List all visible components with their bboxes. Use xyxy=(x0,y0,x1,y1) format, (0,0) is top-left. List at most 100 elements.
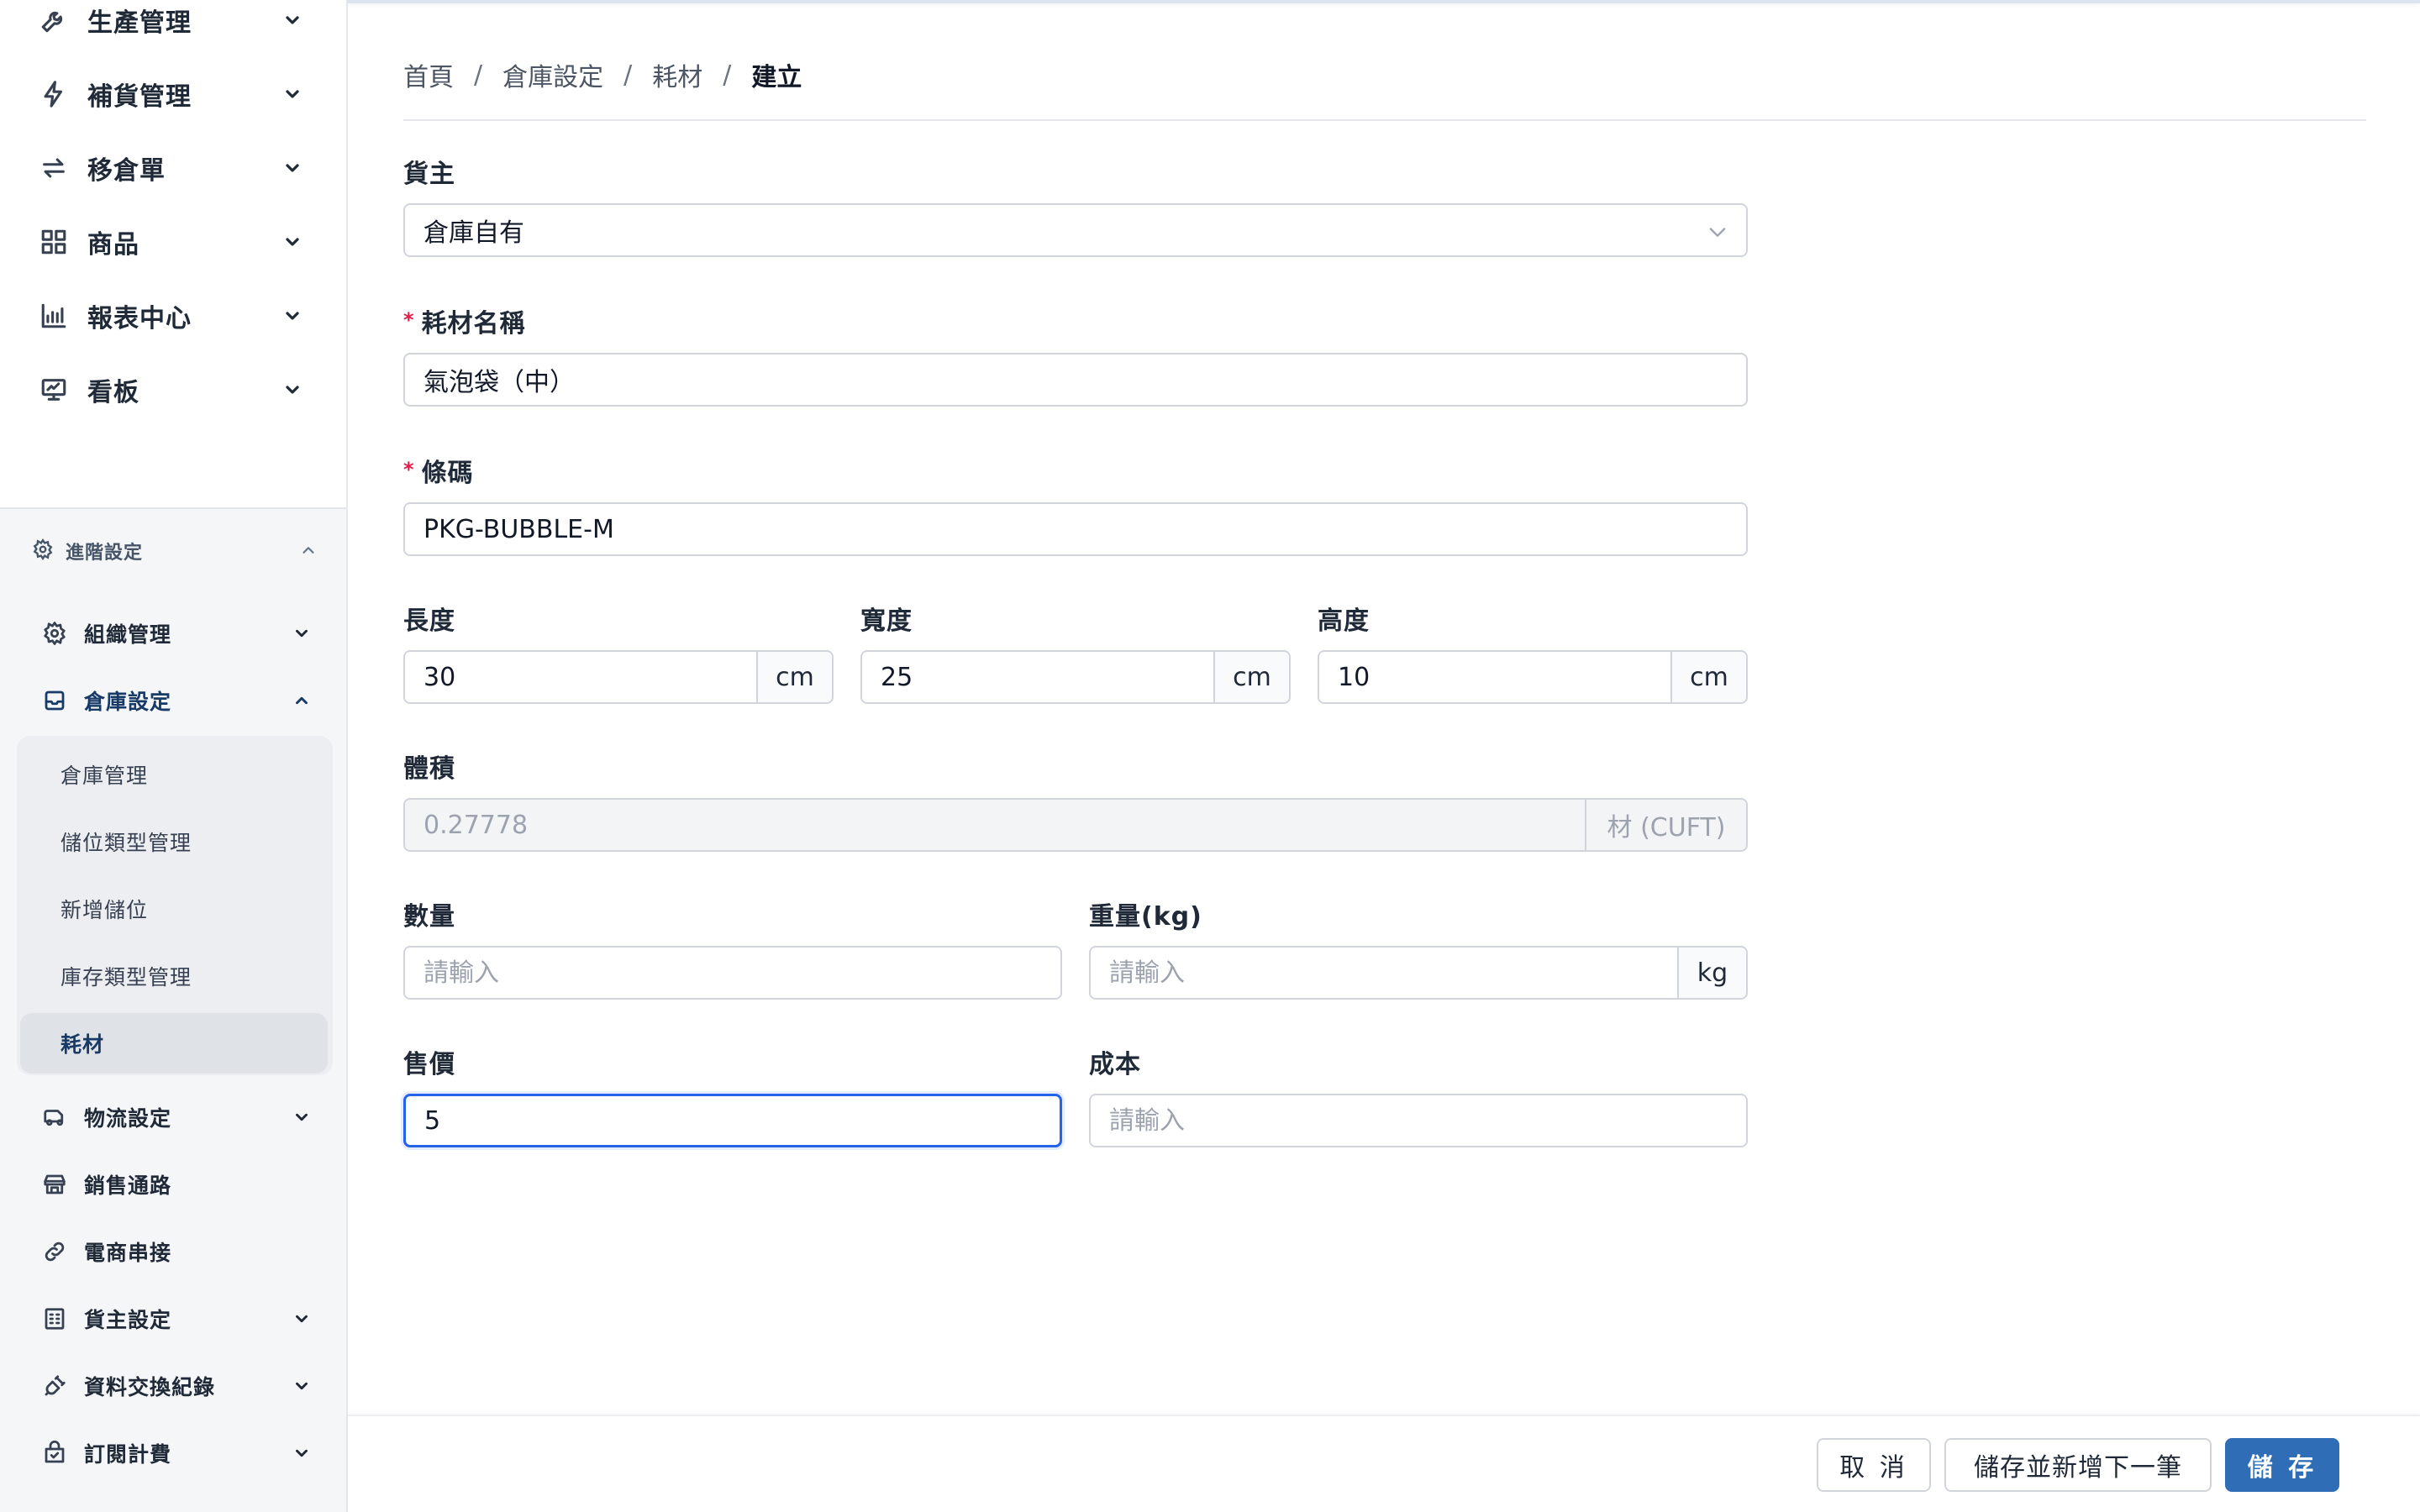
advanced-settings-title: 進階設定 xyxy=(66,543,144,564)
breadcrumb-current: 建立 xyxy=(751,63,802,92)
price-input[interactable] xyxy=(403,1094,1062,1147)
calculator-icon xyxy=(40,1305,69,1333)
breadcrumb-separator: / xyxy=(474,60,483,90)
sidebar-item-label: 倉庫設定 xyxy=(84,690,172,714)
sidebar-item-label: 銷售通路 xyxy=(84,1173,172,1198)
required-mark: * xyxy=(403,458,415,481)
volume-input xyxy=(403,798,1586,852)
sidebar-item-label: 補貨管理 xyxy=(87,82,192,112)
cancel-button[interactable]: 取 消 xyxy=(1817,1438,1931,1492)
app-window: 生產管理 補貨管理 移倉單 商品 報表中心 看板 進階設定 組織管理 倉庫設定 … xyxy=(0,0,2420,1512)
gear-icon xyxy=(40,619,69,648)
transfer-icon xyxy=(37,151,71,185)
breadcrumb: 首頁 / 倉庫設定 / 耗材 / 建立 xyxy=(403,55,802,94)
sidebar-item-owner-settings[interactable]: 貨主設定 xyxy=(40,1299,311,1339)
chevron-down-icon xyxy=(292,1310,311,1331)
sidebar-item-label: 報表中心 xyxy=(87,304,192,333)
cost-label: 成本 xyxy=(1089,1050,1141,1079)
height-input[interactable] xyxy=(1318,650,1672,704)
weight-unit: kg xyxy=(1679,946,1748,1000)
breadcrumb-separator: / xyxy=(623,60,633,90)
inbox-icon xyxy=(40,686,69,715)
sidebar-item-replenishment[interactable]: 補貨管理 xyxy=(37,69,302,119)
wrench-icon xyxy=(37,3,71,37)
breadcrumb-warehouse-settings[interactable]: 倉庫設定 xyxy=(502,56,603,93)
chevron-down-icon xyxy=(292,1444,311,1466)
sidebar-item-label: 生產管理 xyxy=(87,8,192,38)
grid-icon xyxy=(37,225,71,259)
breadcrumb-separator: / xyxy=(723,60,732,90)
sidebar-item-production[interactable]: 生產管理 xyxy=(37,0,302,45)
width-input[interactable] xyxy=(860,650,1215,704)
sidebar-item-label: 看板 xyxy=(87,378,139,407)
sidebar-item-warehouse-settings[interactable]: 倉庫設定 xyxy=(40,680,311,721)
sidebar-item-label: 移倉單 xyxy=(87,156,166,186)
sidebar-item-organization[interactable]: 組織管理 xyxy=(40,613,311,654)
sidebar-item-reports[interactable]: 報表中心 xyxy=(37,291,302,341)
chevron-down-icon xyxy=(282,10,302,30)
barcode-input[interactable] xyxy=(403,502,1748,556)
sidebar: 生產管理 補貨管理 移倉單 商品 報表中心 看板 進階設定 組織管理 倉庫設定 … xyxy=(0,0,348,1512)
billing-icon xyxy=(40,1439,69,1467)
chevron-down-icon xyxy=(292,624,311,646)
sidebar-item-sales-channels[interactable]: 銷售通路 xyxy=(40,1164,311,1205)
bar-chart-icon xyxy=(37,299,71,333)
sidebar-item-label: 商品 xyxy=(87,230,139,260)
sidebar-item-transfer[interactable]: 移倉單 xyxy=(37,143,302,193)
sidebar-item-products[interactable]: 商品 xyxy=(37,217,302,267)
submenu-item-consumables[interactable]: 耗材 xyxy=(60,1025,104,1062)
sidebar-item-data-exchange[interactable]: 資料交換紀錄 xyxy=(40,1366,311,1406)
quantity-input[interactable] xyxy=(403,946,1062,1000)
submenu-item-add-location[interactable]: 新增儲位 xyxy=(60,890,148,927)
top-bar xyxy=(348,0,2420,3)
length-label: 長度 xyxy=(403,606,455,636)
volume-unit: 材 (CUFT) xyxy=(1586,798,1748,852)
chevron-down-icon xyxy=(1706,220,1729,244)
chevron-down-icon xyxy=(282,306,302,326)
save-button[interactable]: 儲 存 xyxy=(2225,1438,2339,1492)
sidebar-item-dashboard[interactable]: 看板 xyxy=(37,365,302,415)
height-label: 高度 xyxy=(1318,606,1370,636)
sidebar-item-label: 訂閱計費 xyxy=(84,1442,172,1467)
name-label-text: 耗材名稱 xyxy=(421,309,526,339)
barcode-label: * 條碼 xyxy=(403,452,474,489)
sidebar-item-label: 電商串接 xyxy=(84,1241,172,1265)
advanced-settings-header[interactable]: 進階設定 xyxy=(32,534,318,568)
barcode-label-text: 條碼 xyxy=(421,459,474,488)
plug-icon xyxy=(40,1372,69,1400)
volume-label: 體積 xyxy=(403,754,455,784)
breadcrumb-home[interactable]: 首頁 xyxy=(403,56,454,93)
length-unit: cm xyxy=(758,650,834,704)
submenu-item-inventory-types[interactable]: 庫存類型管理 xyxy=(60,958,192,995)
width-unit: cm xyxy=(1215,650,1291,704)
chevron-down-icon xyxy=(282,380,302,400)
chevron-down-icon xyxy=(292,1108,311,1130)
submenu-item-warehouse-management[interactable]: 倉庫管理 xyxy=(60,756,148,793)
weight-label: 重量(kg) xyxy=(1089,902,1202,932)
price-label: 售價 xyxy=(403,1050,455,1079)
gear-icon xyxy=(32,538,54,564)
owner-select[interactable]: 倉庫自有 xyxy=(403,203,1748,257)
length-input[interactable] xyxy=(403,650,758,704)
store-icon xyxy=(40,1170,69,1199)
sidebar-item-logistics[interactable]: 物流設定 xyxy=(40,1097,311,1137)
quantity-label: 數量 xyxy=(403,902,455,932)
save-and-add-next-button[interactable]: 儲存並新增下一筆 xyxy=(1944,1438,2212,1492)
sidebar-item-ecommerce[interactable]: 電商串接 xyxy=(40,1231,311,1272)
chevron-up-icon xyxy=(299,541,318,563)
cost-input[interactable] xyxy=(1089,1094,1748,1147)
weight-input[interactable] xyxy=(1089,946,1679,1000)
required-mark: * xyxy=(403,308,415,332)
width-label: 寬度 xyxy=(860,606,913,636)
sidebar-item-billing[interactable]: 訂閱計費 xyxy=(40,1433,311,1473)
height-unit: cm xyxy=(1672,650,1748,704)
lightning-icon xyxy=(37,77,71,111)
breadcrumb-divider xyxy=(403,119,2366,121)
sidebar-item-label: 資料交換紀錄 xyxy=(84,1375,216,1399)
submenu-item-location-types[interactable]: 儲位類型管理 xyxy=(60,823,192,860)
breadcrumb-consumables[interactable]: 耗材 xyxy=(652,56,702,93)
sidebar-item-label: 組織管理 xyxy=(84,622,172,647)
chevron-down-icon xyxy=(292,1377,311,1399)
name-label: * 耗材名稱 xyxy=(403,302,526,339)
name-input[interactable] xyxy=(403,353,1748,407)
